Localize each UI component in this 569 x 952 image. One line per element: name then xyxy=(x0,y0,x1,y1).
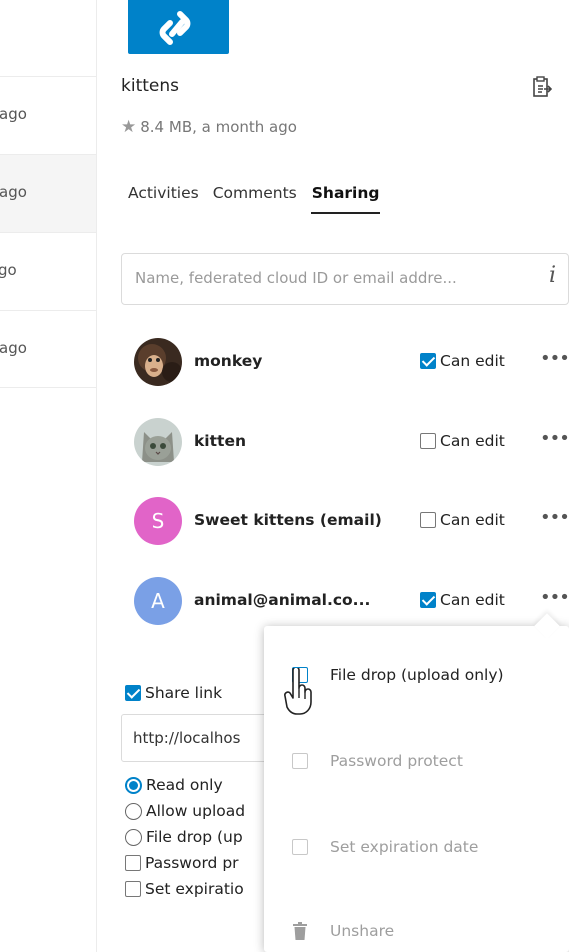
can-edit-checkbox[interactable] xyxy=(420,433,436,449)
can-edit-toggle[interactable]: Can edit xyxy=(420,511,505,529)
file-row-time: ago xyxy=(0,183,27,201)
radio-file-drop[interactable] xyxy=(125,828,142,846)
menu-item-label: Unshare xyxy=(330,922,395,940)
file-list: ago ago go ago xyxy=(0,0,96,952)
option-label: File drop (up xyxy=(146,828,243,846)
option-file-drop[interactable]: File drop (up xyxy=(125,826,285,848)
share-name: animal@animal.co... xyxy=(194,591,371,609)
avatar: S xyxy=(134,497,182,545)
star-icon[interactable]: ★ xyxy=(121,117,136,137)
share-name: Sweet kittens (email) xyxy=(194,511,382,529)
option-password-protect[interactable]: Password pr xyxy=(125,852,285,874)
share-search-input[interactable] xyxy=(133,268,533,288)
can-edit-label: Can edit xyxy=(440,352,505,370)
can-edit-label: Can edit xyxy=(440,432,505,450)
share-row-monkey: monkey Can edit ••• xyxy=(134,338,569,386)
more-options-icon[interactable]: ••• xyxy=(540,428,569,449)
share-row-sweet-kittens: S Sweet kittens (email) Can edit ••• xyxy=(134,497,569,545)
share-search-box: i xyxy=(121,253,569,305)
tab-activities[interactable]: Activities xyxy=(128,184,199,214)
file-row-time: ago xyxy=(0,339,27,357)
menu-item-label: Password protect xyxy=(330,752,463,770)
tab-sharing[interactable]: Sharing xyxy=(310,184,380,214)
option-set-expiration[interactable]: Set expiratio xyxy=(125,878,285,900)
file-thumbnail xyxy=(128,0,229,54)
menu-item-set-expiration[interactable]: Set expiration date xyxy=(292,838,478,856)
share-link-section: Share link xyxy=(125,682,285,704)
avatar: A xyxy=(134,577,182,625)
password-protect-checkbox[interactable] xyxy=(292,753,308,769)
more-options-icon[interactable]: ••• xyxy=(540,348,569,369)
file-meta-text: 8.4 MB, a month ago xyxy=(140,118,297,136)
file-row-time: ago xyxy=(0,105,27,123)
share-row-animal: A animal@animal.co... Can edit ••• xyxy=(134,577,569,625)
file-row[interactable]: ago xyxy=(0,154,96,232)
file-name: kittens xyxy=(121,76,179,96)
share-row-kitten: kitten Can edit ••• xyxy=(134,418,569,466)
menu-item-file-drop[interactable]: File drop (upload only) xyxy=(292,666,504,684)
option-label: Read only xyxy=(146,776,223,794)
can-edit-toggle[interactable]: Can edit xyxy=(420,432,505,450)
avatar xyxy=(134,418,182,466)
hand-cursor-icon xyxy=(284,668,312,715)
option-allow-upload[interactable]: Allow upload xyxy=(125,800,285,822)
can-edit-toggle[interactable]: Can edit xyxy=(420,352,505,370)
radio-allow-upload[interactable] xyxy=(125,802,142,820)
link-options: Read only Allow upload File drop (up Pas… xyxy=(125,774,285,900)
share-link-url: http://localhos xyxy=(133,729,241,747)
can-edit-toggle[interactable]: Can edit xyxy=(420,591,505,609)
share-name: monkey xyxy=(194,352,263,370)
can-edit-checkbox[interactable] xyxy=(420,592,436,608)
checkbox-set-expiration[interactable] xyxy=(125,881,141,897)
info-icon[interactable]: i xyxy=(549,263,556,288)
can-edit-label: Can edit xyxy=(440,511,505,529)
tab-comments[interactable]: Comments xyxy=(213,184,297,214)
share-name: kitten xyxy=(194,432,246,450)
option-label: Password pr xyxy=(145,854,239,872)
checkbox-password-protect[interactable] xyxy=(125,855,141,871)
option-read-only[interactable]: Read only xyxy=(125,774,285,796)
menu-item-label: File drop (upload only) xyxy=(330,666,504,684)
can-edit-checkbox[interactable] xyxy=(420,512,436,528)
menu-item-password-protect[interactable]: Password protect xyxy=(292,752,463,770)
file-row[interactable]: ago xyxy=(0,310,96,388)
more-options-icon[interactable]: ••• xyxy=(540,587,569,608)
radio-read-only[interactable] xyxy=(125,776,142,794)
more-options-icon[interactable]: ••• xyxy=(540,507,569,528)
menu-item-unshare[interactable]: Unshare xyxy=(292,922,394,940)
panel-divider xyxy=(96,0,97,952)
option-label: Set expiratio xyxy=(145,880,244,898)
sidebar-tabs: Activities Comments Sharing xyxy=(128,184,394,214)
file-meta: ★ 8.4 MB, a month ago xyxy=(121,117,297,137)
avatar xyxy=(134,338,182,386)
set-expiration-checkbox[interactable] xyxy=(292,839,308,855)
file-row-time: go xyxy=(0,261,17,279)
link-icon xyxy=(159,11,191,45)
clipboard-icon[interactable] xyxy=(532,76,553,98)
share-link-checkbox[interactable] xyxy=(125,685,141,701)
share-link-label: Share link xyxy=(145,684,223,702)
menu-item-label: Set expiration date xyxy=(330,838,479,856)
can-edit-checkbox[interactable] xyxy=(420,353,436,369)
option-label: Allow upload xyxy=(146,802,246,820)
file-row[interactable]: go xyxy=(0,232,96,310)
can-edit-label: Can edit xyxy=(440,591,505,609)
trash-icon xyxy=(293,922,307,940)
share-link-toggle[interactable]: Share link xyxy=(125,682,285,704)
file-row[interactable]: ago xyxy=(0,76,96,154)
